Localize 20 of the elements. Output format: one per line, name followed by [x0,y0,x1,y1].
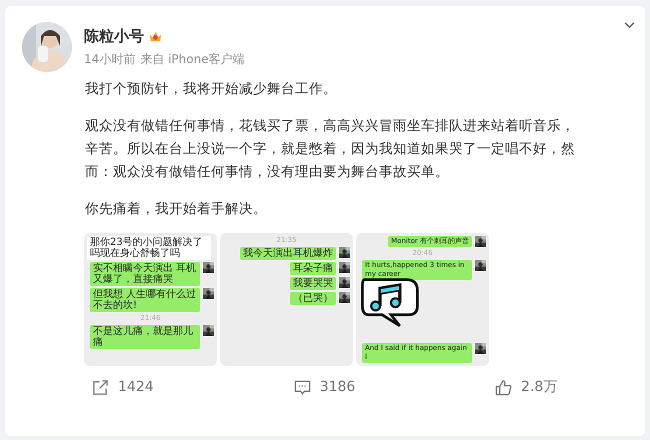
comment-icon[interactable] [294,378,311,396]
thumbs-up-icon[interactable] [495,378,512,396]
chat-bubble: 不是这儿痛，就是那儿痛 [90,325,200,349]
chat-bubble: （已哭） [290,292,336,305]
share-icon[interactable] [92,378,110,396]
chat-bubble: 那你23号的小问题解决了吗现在身心舒畅了吗 [87,236,211,260]
post-paragraph: 你先痛着，我开始着手解决。 [85,200,268,219]
chat-bubble: 耳朵子痛 [290,262,336,275]
action-count: 1424 [118,379,154,395]
post-paragraph: 观众没有做错任何事情，花钱买了票，高高兴兴冒雨坐车排队进来站着听音乐，辛苦。所以在台上没说一个字，就是憋着，因为我知道如果哭了一定唱不好，然而：观众没有做错任何事情，没有理由要为舞台事故买单。 [85,117,575,182]
chevron-down-icon[interactable] [624,22,635,29]
chat-bubble: 实不相瞒今天演出 耳机又爆了，直接痛哭 [90,262,200,286]
post-paragraph: 我打个预防针，我将开始减少舞台工作。 [85,80,338,99]
post-time: 14小时前 [84,50,136,68]
chat-bubble: 我要哭哭 [290,277,336,290]
chat-bubble: 我今天演出耳机爆炸 [240,247,336,260]
action-count: 3186 [320,379,356,395]
author-name[interactable]: 陈粒小号 [84,26,144,46]
action-count: 2.8万 [521,378,558,396]
chat-bubble: 但我想 人生哪有什么过不去的坎! [90,288,200,312]
